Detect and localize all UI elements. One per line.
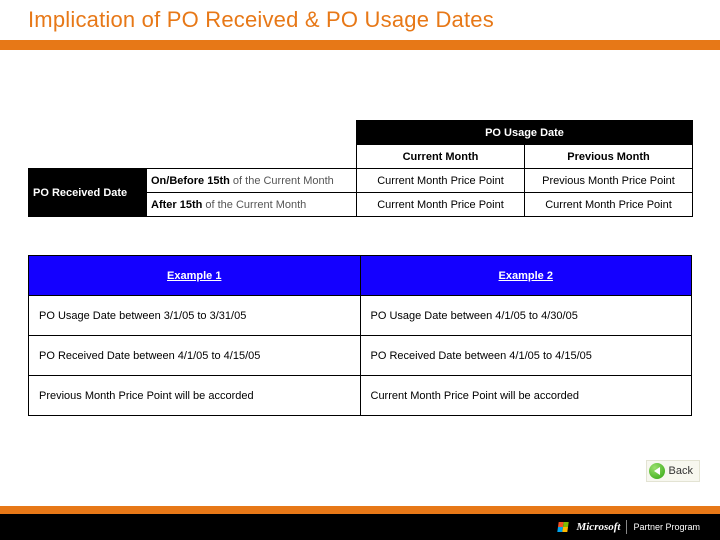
- rule-row-1-label: On/Before 15th of the Current Month: [147, 169, 357, 193]
- rules-table: PO Usage Date Current Month Previous Mon…: [28, 120, 693, 217]
- footer-bar: Microsoft Partner Program: [0, 514, 720, 540]
- blank-cell: [147, 121, 357, 145]
- example-1-header: Example 1: [29, 256, 361, 296]
- example-2-header: Example 2: [360, 256, 692, 296]
- footer: Microsoft Partner Program: [0, 506, 720, 540]
- back-button[interactable]: Back: [646, 460, 700, 482]
- partner-logo: Microsoft Partner Program: [558, 520, 700, 534]
- current-month-header: Current Month: [357, 145, 525, 169]
- examples-table: Example 1 Example 2 PO Usage Date betwee…: [28, 255, 692, 416]
- footer-brand: Microsoft: [576, 521, 620, 533]
- rule-row-2-previous: Current Month Price Point: [525, 193, 693, 217]
- back-arrow-icon: [649, 463, 665, 479]
- rule-row-1-previous: Previous Month Price Point: [525, 169, 693, 193]
- rule-row-2-current: Current Month Price Point: [357, 193, 525, 217]
- content-area: PO Usage Date Current Month Previous Mon…: [0, 50, 720, 416]
- microsoft-flag-icon: [558, 522, 569, 532]
- example-1-received-date: PO Received Date between 4/1/05 to 4/15/…: [29, 336, 361, 376]
- example-2-result: Current Month Price Point will be accord…: [360, 376, 692, 416]
- example-2-usage-date: PO Usage Date between 4/1/05 to 4/30/05: [360, 296, 692, 336]
- title-bar: Implication of PO Received & PO Usage Da…: [0, 0, 720, 50]
- blank-cell: [147, 145, 357, 169]
- example-1-result: Previous Month Price Point will be accor…: [29, 376, 361, 416]
- rule-row-1-bold: On/Before 15th: [151, 175, 230, 187]
- po-usage-date-header: PO Usage Date: [357, 121, 693, 145]
- rule-row-2-label: After 15th of the Current Month: [147, 193, 357, 217]
- rule-row-2-light: of the Current Month: [202, 199, 306, 211]
- back-button-label: Back: [669, 465, 693, 477]
- footer-divider: [626, 520, 627, 534]
- blank-cell: [29, 121, 147, 145]
- example-1-usage-date: PO Usage Date between 3/1/05 to 3/31/05: [29, 296, 361, 336]
- examples-section: Example 1 Example 2 PO Usage Date betwee…: [28, 255, 692, 416]
- rule-row-2-bold: After 15th: [151, 199, 202, 211]
- footer-accent-bar: [0, 506, 720, 514]
- rule-row-1-light: of the Current Month: [230, 175, 334, 187]
- footer-program: Partner Program: [633, 523, 700, 532]
- previous-month-header: Previous Month: [525, 145, 693, 169]
- page-title: Implication of PO Received & PO Usage Da…: [28, 7, 494, 33]
- po-received-date-header: PO Received Date: [29, 169, 147, 217]
- rule-row-1-current: Current Month Price Point: [357, 169, 525, 193]
- blank-cell: [29, 145, 147, 169]
- example-2-received-date: PO Received Date between 4/1/05 to 4/15/…: [360, 336, 692, 376]
